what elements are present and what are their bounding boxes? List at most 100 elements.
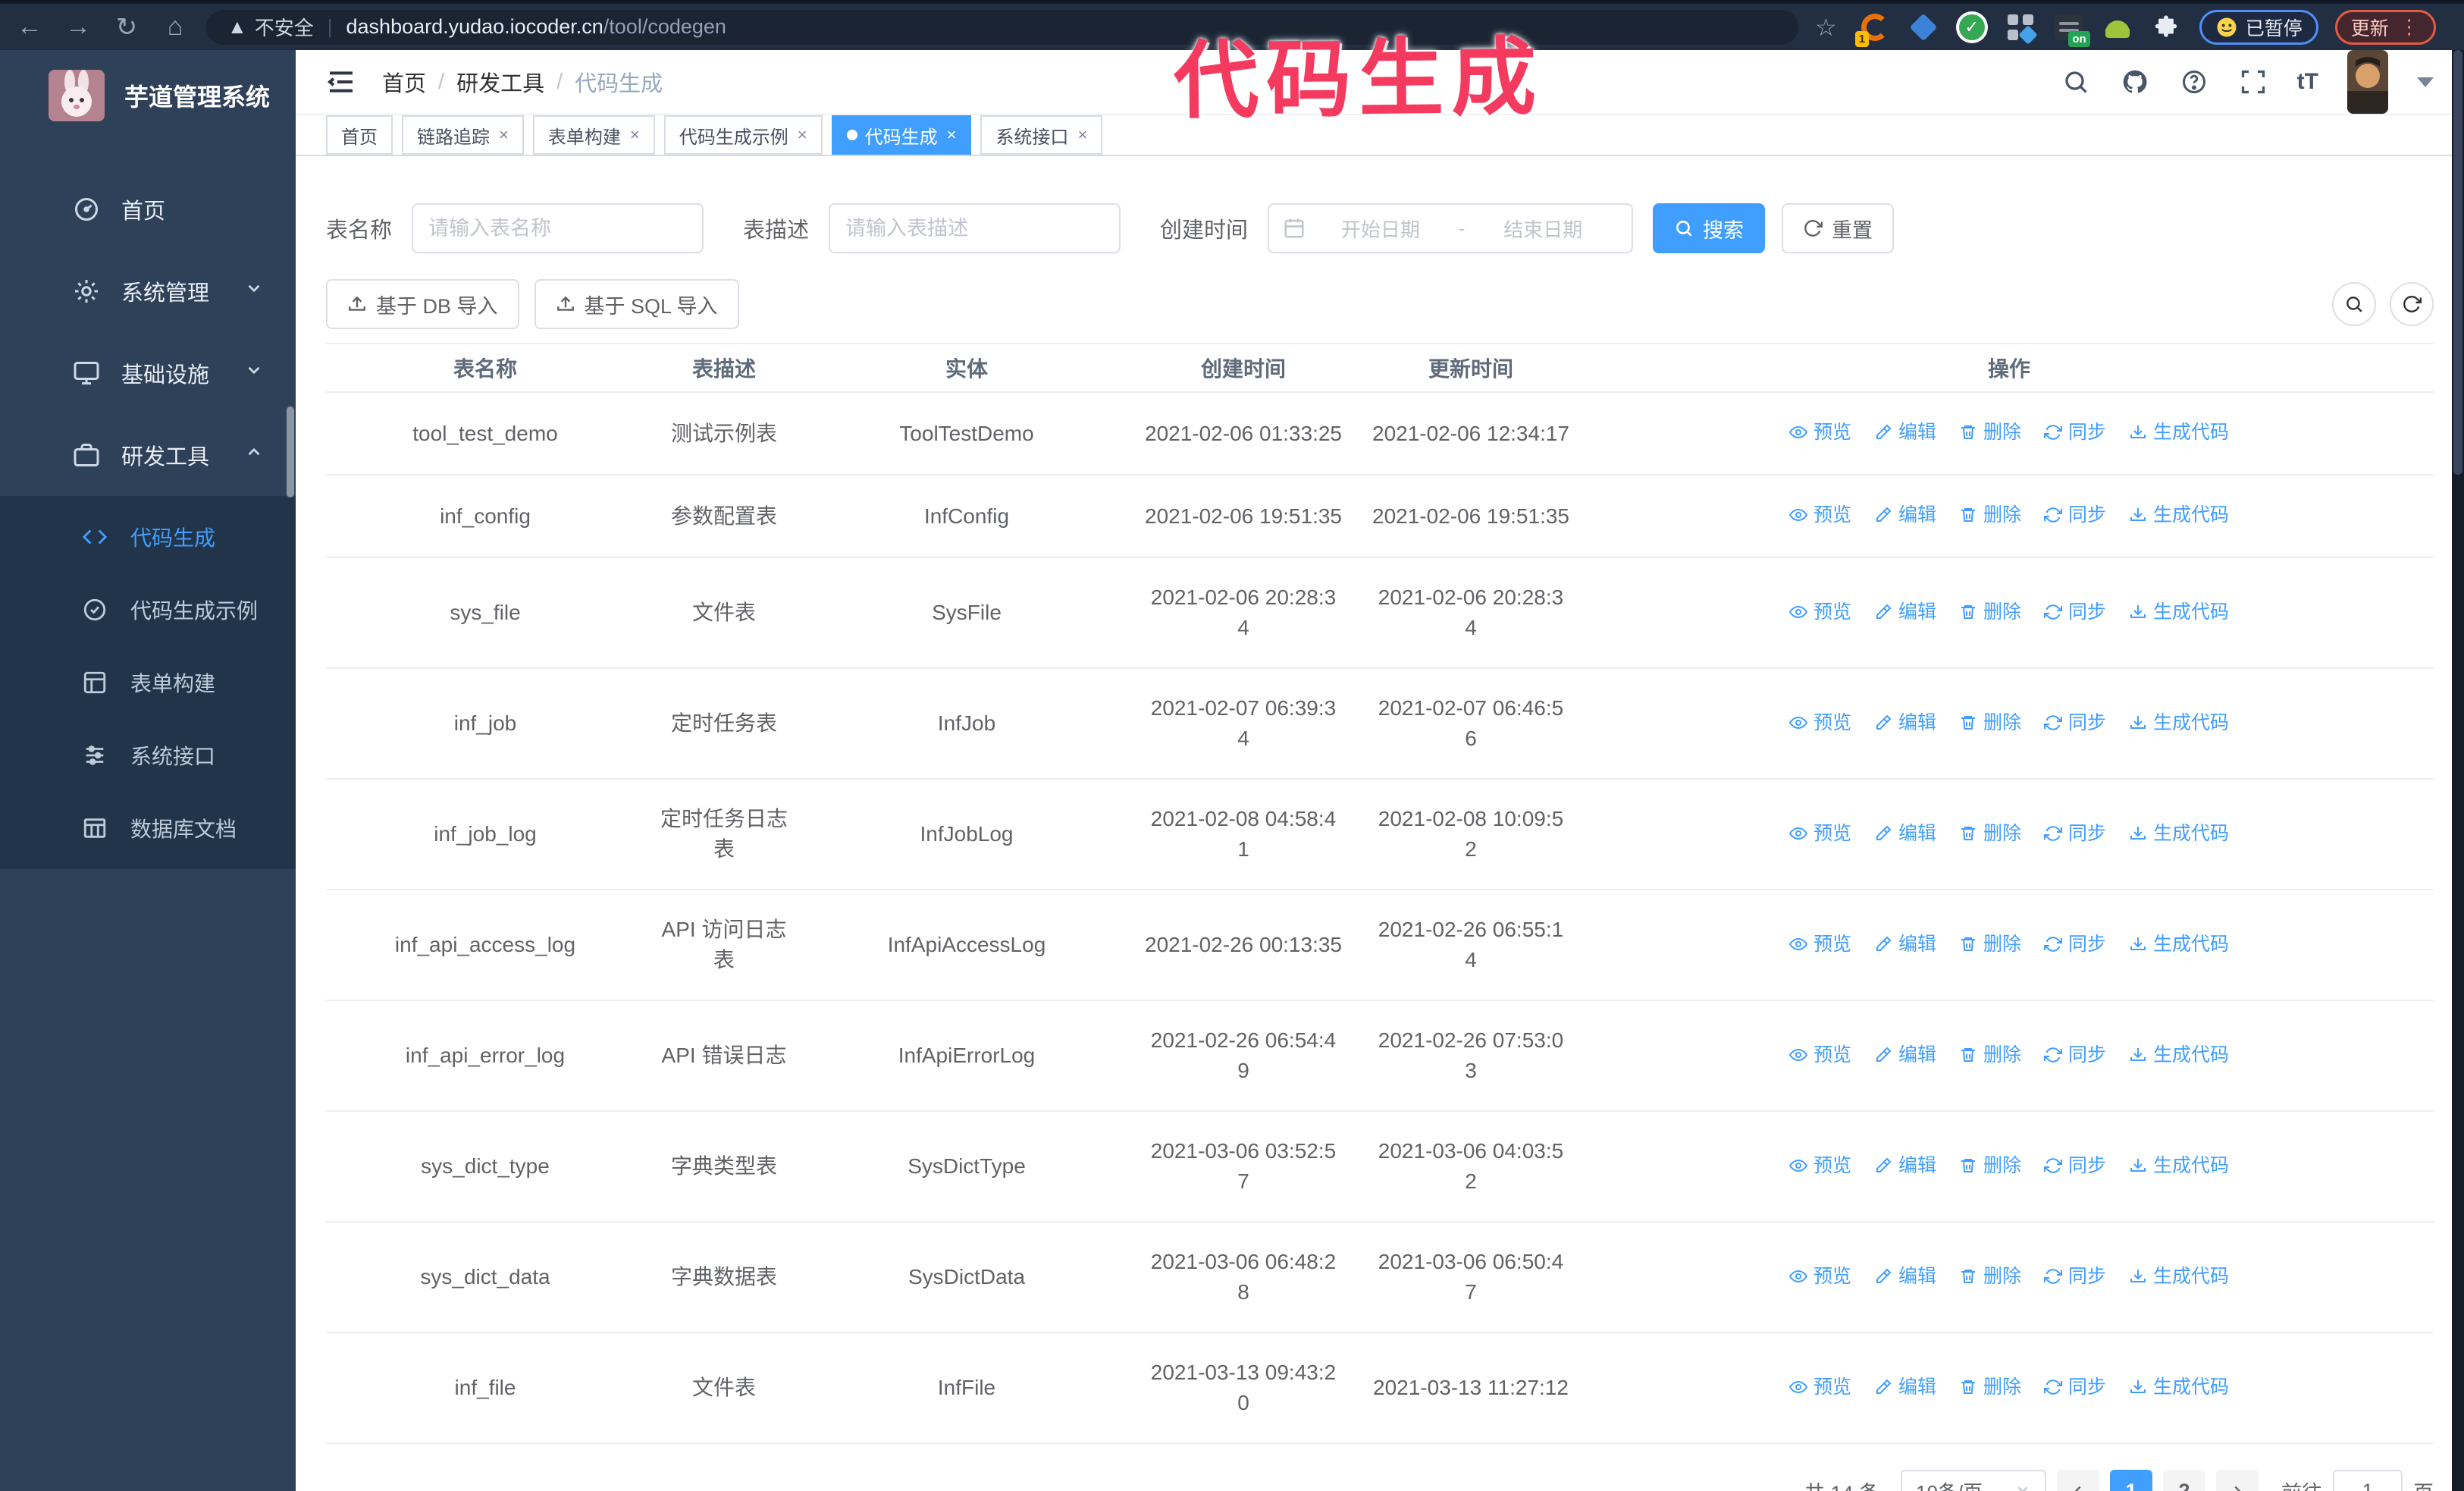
extension-dark-icon[interactable]: on <box>2052 11 2090 47</box>
breadcrumb-home[interactable]: 首页 <box>382 66 426 98</box>
preview-link[interactable]: 预览 <box>1788 500 1851 530</box>
generate-code-link[interactable]: 生成代码 <box>2129 417 2229 447</box>
sync-link[interactable]: 同步 <box>2044 818 2106 849</box>
sync-link[interactable]: 同步 <box>2044 597 2106 627</box>
table-desc-input[interactable] <box>829 203 1121 253</box>
delete-link[interactable]: 删除 <box>1959 417 2021 447</box>
preview-link[interactable]: 预览 <box>1788 1040 1851 1070</box>
preview-link[interactable]: 预览 <box>1788 1261 1851 1292</box>
browser-scrollbar[interactable] <box>2452 50 2464 1491</box>
generate-code-link[interactable]: 生成代码 <box>2129 1150 2229 1181</box>
sidebar-item-infrastructure[interactable]: 基础设施 <box>0 332 296 414</box>
toggle-search-button[interactable] <box>2332 282 2376 326</box>
edit-link[interactable]: 编辑 <box>1874 1150 1936 1181</box>
update-button[interactable]: 更新 ⋮ <box>2334 9 2436 45</box>
hamburger-fold-icon[interactable] <box>326 67 356 97</box>
generate-code-link[interactable]: 生成代码 <box>2129 708 2229 738</box>
sidebar-item-form-builder[interactable]: 表单构建 <box>0 646 296 719</box>
import-sql-button[interactable]: 基于 SQL 导入 <box>534 279 739 329</box>
paused-profile-badge[interactable]: 已暂停 <box>2199 9 2318 45</box>
generate-code-link[interactable]: 生成代码 <box>2129 818 2229 849</box>
edit-link[interactable]: 编辑 <box>1874 500 1936 530</box>
address-bar[interactable]: ▲ 不安全 | dashboard.yudao.iocoder.cn /tool… <box>206 9 1798 45</box>
close-icon[interactable]: × <box>947 125 957 145</box>
preview-link[interactable]: 预览 <box>1788 818 1851 849</box>
page-size-select[interactable]: 10条/页 <box>1901 1470 2046 1491</box>
close-icon[interactable]: × <box>1077 125 1087 145</box>
sidebar-item-system-management[interactable]: 系统管理 <box>0 250 296 332</box>
preview-link[interactable]: 预览 <box>1788 417 1851 447</box>
delete-link[interactable]: 删除 <box>1959 1150 2021 1181</box>
forward-icon[interactable]: → <box>59 10 97 45</box>
extension-c-icon[interactable]: 1 <box>1854 11 1892 47</box>
delete-link[interactable]: 删除 <box>1959 818 2021 849</box>
sync-link[interactable]: 同步 <box>2044 1372 2106 1402</box>
delete-link[interactable]: 删除 <box>1959 1372 2021 1402</box>
close-icon[interactable]: × <box>499 125 509 145</box>
home-icon[interactable]: ⌂ <box>156 10 194 45</box>
fullscreen-icon[interactable] <box>2238 67 2268 97</box>
avatar[interactable] <box>2347 50 2388 114</box>
preview-link[interactable]: 预览 <box>1788 1150 1851 1181</box>
generate-code-link[interactable]: 生成代码 <box>2129 1372 2229 1402</box>
sync-link[interactable]: 同步 <box>2044 417 2106 447</box>
extension-check-icon[interactable]: ✓ <box>1955 11 1989 44</box>
github-icon[interactable] <box>2120 67 2150 97</box>
sync-link[interactable]: 同步 <box>2044 1261 2106 1292</box>
edit-link[interactable]: 编辑 <box>1874 597 1936 627</box>
delete-link[interactable]: 删除 <box>1959 1261 2021 1292</box>
preview-link[interactable]: 预览 <box>1788 597 1851 627</box>
sidebar-item-database-docs[interactable]: 数据库文档 <box>0 792 296 865</box>
prev-page-button[interactable] <box>2057 1470 2099 1491</box>
sidebar-item-code-generation[interactable]: 代码生成 <box>0 501 296 573</box>
tab-code-generation[interactable]: 代码生成 × <box>831 115 972 155</box>
next-page-button[interactable] <box>2216 1470 2259 1491</box>
preview-link[interactable]: 预览 <box>1788 929 1851 959</box>
refresh-table-button[interactable] <box>2390 282 2434 326</box>
delete-link[interactable]: 删除 <box>1959 500 2021 530</box>
help-icon[interactable] <box>2179 67 2209 97</box>
close-icon[interactable]: × <box>630 125 640 145</box>
page-button-2[interactable]: 2 <box>2163 1470 2205 1491</box>
font-size-icon[interactable]: tT <box>2297 69 2318 95</box>
scrollbar-thumb[interactable] <box>2453 50 2462 475</box>
back-icon[interactable]: ← <box>11 10 49 45</box>
delete-link[interactable]: 删除 <box>1959 708 2021 738</box>
tab-home[interactable]: 首页 <box>326 115 393 155</box>
generate-code-link[interactable]: 生成代码 <box>2129 1261 2229 1292</box>
preview-link[interactable]: 预览 <box>1788 1372 1851 1402</box>
preview-link[interactable]: 预览 <box>1788 708 1851 738</box>
sync-link[interactable]: 同步 <box>2044 929 2106 959</box>
generate-code-link[interactable]: 生成代码 <box>2129 597 2229 627</box>
sidebar-scrollbar[interactable] <box>287 406 294 498</box>
bookmark-star-icon[interactable]: ☆ <box>1815 13 1837 42</box>
generate-code-link[interactable]: 生成代码 <box>2129 1040 2229 1070</box>
edit-link[interactable]: 编辑 <box>1874 417 1936 447</box>
edit-link[interactable]: 编辑 <box>1874 818 1936 849</box>
page-button-1[interactable]: 1 <box>2110 1470 2152 1491</box>
delete-link[interactable]: 删除 <box>1959 1040 2021 1070</box>
sync-link[interactable]: 同步 <box>2044 1150 2106 1181</box>
edit-link[interactable]: 编辑 <box>1874 1261 1936 1292</box>
generate-code-link[interactable]: 生成代码 <box>2129 929 2229 959</box>
extension-grid-icon[interactable] <box>2004 11 2038 45</box>
reset-button[interactable]: 重置 <box>1782 203 1895 253</box>
tab-codegen-example[interactable]: 代码生成示例 × <box>663 115 823 155</box>
tab-form-builder[interactable]: 表单构建 × <box>532 115 655 155</box>
reload-icon[interactable]: ↻ <box>108 10 146 45</box>
avatar-caret-icon[interactable] <box>2417 77 2434 87</box>
delete-link[interactable]: 删除 <box>1959 597 2021 627</box>
delete-link[interactable]: 删除 <box>1959 929 2021 959</box>
sidebar-logo-row[interactable]: 芋道管理系统 <box>0 50 296 141</box>
tab-system-api[interactable]: 系统接口 × <box>980 115 1103 155</box>
search-button[interactable]: 搜索 <box>1653 203 1766 253</box>
close-icon[interactable]: × <box>798 125 807 145</box>
generate-code-link[interactable]: 生成代码 <box>2129 500 2229 530</box>
sync-link[interactable]: 同步 <box>2044 1040 2106 1070</box>
extension-robot-icon[interactable] <box>2101 11 2134 44</box>
import-db-button[interactable]: 基于 DB 导入 <box>326 279 519 329</box>
sync-link[interactable]: 同步 <box>2044 708 2106 738</box>
edit-link[interactable]: 编辑 <box>1874 1372 1936 1402</box>
sidebar-item-system-api[interactable]: 系统接口 <box>0 719 296 792</box>
edit-link[interactable]: 编辑 <box>1874 1040 1936 1070</box>
